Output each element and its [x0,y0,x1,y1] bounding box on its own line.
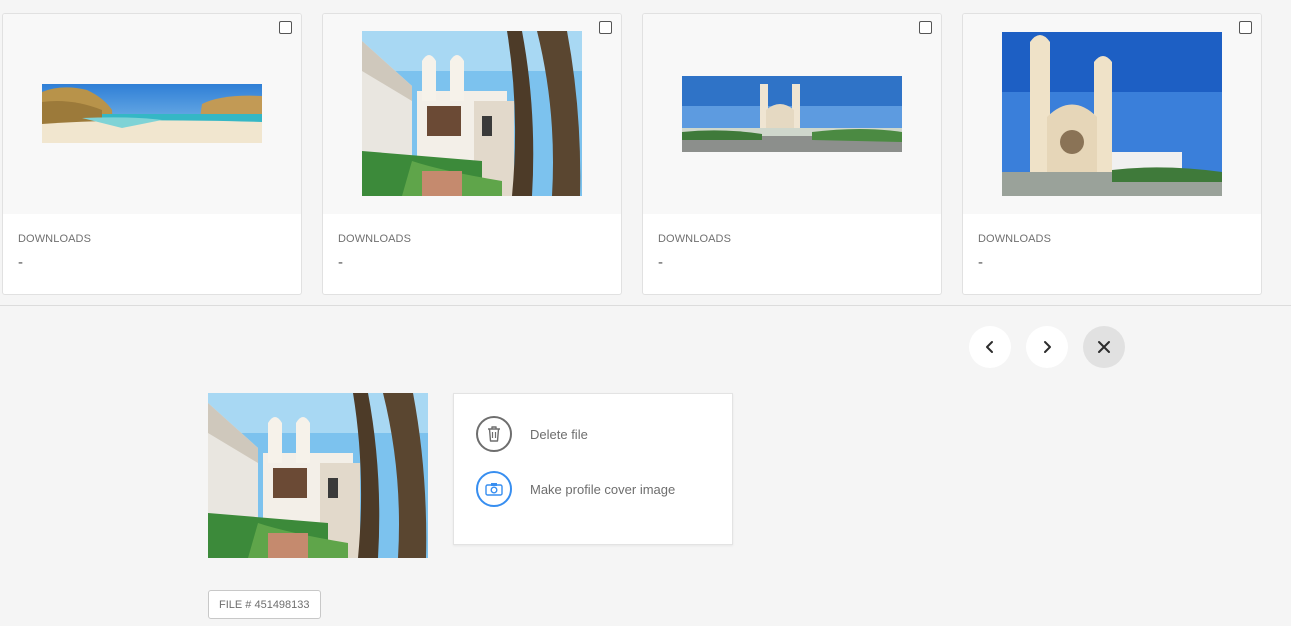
file-preview-image [208,393,428,558]
asset-card[interactable]: DOWNLOADS - [962,13,1262,295]
trash-icon [476,416,512,452]
next-button[interactable] [1026,326,1068,368]
asset-card[interactable]: DOWNLOADS - [2,13,302,295]
select-checkbox[interactable] [919,21,932,34]
chevron-right-icon [1044,341,1051,353]
delete-file-action[interactable]: Delete file [476,416,588,452]
asset-card[interactable]: DOWNLOADS - [322,13,622,295]
asset-grid: DOWNLOADS - DOWNLOADS - DOWNLOADS - DOWN… [0,0,1291,306]
asset-thumbnail[interactable] [682,76,902,152]
downloads-label: DOWNLOADS [978,233,1052,245]
asset-thumbnail[interactable] [42,84,262,143]
previous-button[interactable] [969,326,1011,368]
section-divider [0,305,1291,306]
select-checkbox[interactable] [1239,21,1252,34]
downloads-label: DOWNLOADS [658,233,732,245]
select-checkbox[interactable] [279,21,292,34]
downloads-value: - [658,254,663,271]
downloads-value: - [978,254,983,271]
chevron-left-icon [986,341,993,353]
close-icon [1098,341,1110,353]
asset-thumbnail[interactable] [362,31,582,196]
downloads-label: DOWNLOADS [18,233,92,245]
close-button[interactable] [1083,326,1125,368]
delete-file-label: Delete file [530,426,588,442]
file-actions-menu: Delete file Make profile cover image [453,393,733,545]
make-cover-image-action[interactable]: Make profile cover image [476,471,675,507]
downloads-value: - [338,254,343,271]
file-id-badge: FILE # 451498133 [208,590,321,619]
asset-card[interactable]: DOWNLOADS - [642,13,942,295]
downloads-value: - [18,254,23,271]
downloads-label: DOWNLOADS [338,233,412,245]
make-cover-image-label: Make profile cover image [530,481,676,497]
asset-thumbnail[interactable] [1002,32,1222,196]
select-checkbox[interactable] [599,21,612,34]
camera-icon [476,471,512,507]
